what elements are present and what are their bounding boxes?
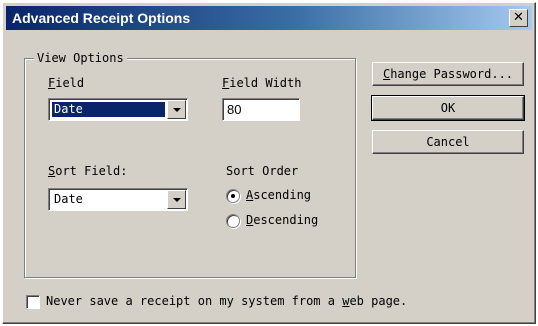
view-options-label: View Options	[34, 51, 127, 65]
ok-button[interactable]: OK	[371, 95, 525, 121]
close-button[interactable]: ✕	[509, 9, 528, 27]
radio-selected-dot	[231, 194, 235, 198]
ascending-radio[interactable]	[226, 189, 240, 203]
title-bar[interactable]: Advanced Receipt Options ✕	[6, 6, 532, 30]
field-width-value[interactable]: 80	[227, 102, 241, 117]
descending-label[interactable]: Descending	[246, 213, 318, 227]
sort-field-combo-value[interactable]: Date	[52, 192, 85, 207]
change-password-button[interactable]: Change Password...	[372, 62, 524, 86]
descending-radio[interactable]	[226, 214, 240, 228]
window-title: Advanced Receipt Options	[12, 10, 191, 26]
sort-field-combo[interactable]: Date	[48, 188, 188, 211]
dropdown-arrow-icon[interactable]	[167, 190, 186, 209]
field-width-input[interactable]: 80	[222, 98, 300, 121]
dropdown-arrow-icon[interactable]	[167, 100, 186, 119]
field-width-label: Field Width	[222, 76, 302, 90]
close-icon[interactable]: ✕	[513, 10, 524, 25]
sort-order-label: Sort Order	[226, 164, 299, 178]
ascending-label[interactable]: Ascending	[246, 188, 311, 202]
field-combo[interactable]: Date	[48, 98, 188, 121]
sort-field-label: Sort Field:	[48, 164, 128, 178]
field-label: Field	[48, 76, 85, 90]
never-save-label[interactable]: Never save a receipt on my system from a…	[46, 294, 407, 308]
cancel-button[interactable]: Cancel	[372, 130, 524, 154]
never-save-checkbox[interactable]	[26, 295, 40, 309]
field-combo-value[interactable]: Date	[51, 101, 166, 118]
